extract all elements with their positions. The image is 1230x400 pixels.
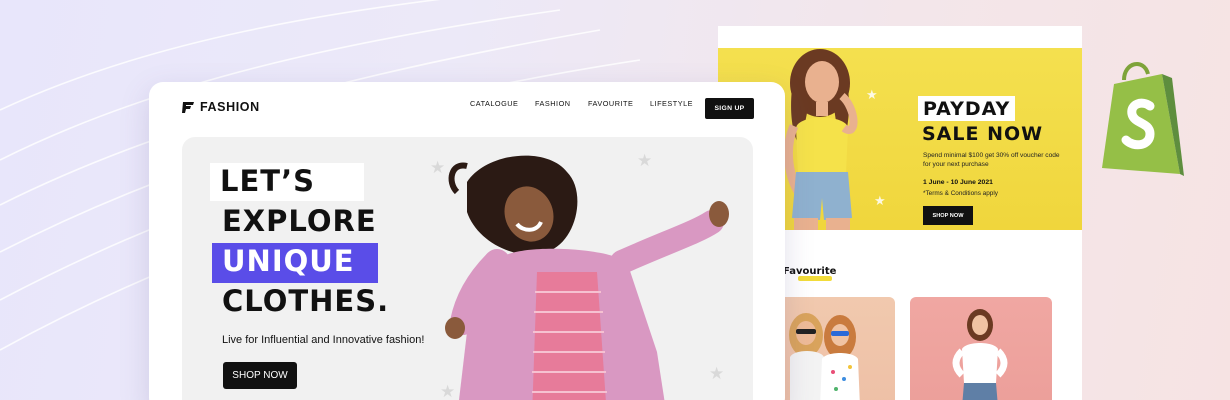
- fashion-logo-icon: [182, 101, 194, 113]
- brand-name: FASHION: [200, 100, 260, 114]
- favourite-card-image: [789, 313, 860, 400]
- nav-item-favourite[interactable]: FAVOURITE: [588, 99, 633, 108]
- hero-section: ★ ★ ★ ★ LET’S EXPLORE UNIQUE CLOTHES. Li…: [182, 137, 753, 400]
- promo-dates: 1 June - 10 June 2021: [923, 179, 993, 186]
- nav-item-fashion[interactable]: FASHION: [535, 99, 571, 108]
- promo-title-line-2: SALE NOW: [922, 123, 1044, 145]
- brand-logo[interactable]: FASHION: [182, 100, 260, 114]
- nav-item-catalogue[interactable]: CATALOGUE: [470, 99, 518, 108]
- favourite-card[interactable]: [910, 297, 1052, 400]
- hero-headline-line-1: LET’S: [210, 163, 364, 201]
- nav-item-lifestyle[interactable]: LIFESTYLE: [650, 99, 693, 108]
- favourite-card[interactable]: [778, 297, 895, 400]
- hero-headline-line-4: CLOTHES.: [222, 284, 390, 318]
- hero-subtitle: Live for Influential and Innovative fash…: [222, 334, 425, 346]
- star-icon: ★: [874, 193, 886, 208]
- shopify-bag-icon: [1102, 62, 1184, 176]
- sign-up-button[interactable]: SIGN UP: [705, 98, 754, 119]
- favourite-heading: Favourite: [783, 266, 837, 277]
- star-icon: ★: [866, 87, 878, 102]
- hero-headline-line-3: UNIQUE: [212, 243, 378, 283]
- fashion-site-card: FASHION CATALOGUE FASHION FAVOURITE LIFE…: [149, 82, 785, 400]
- promo-shop-now-button[interactable]: SHOP NOW: [923, 206, 973, 225]
- hero-headline-line-2: EXPLORE: [222, 204, 377, 238]
- promo-terms: *Terms & Conditions apply: [923, 190, 998, 197]
- promo-title-line-1: PAYDAY: [918, 96, 1016, 121]
- hero-model-image: [445, 155, 729, 400]
- favourite-card-image: [952, 309, 1008, 400]
- promo-description: Spend minimal $100 get 30% off voucher c…: [923, 152, 1060, 168]
- hero-shop-now-button[interactable]: SHOP NOW: [223, 362, 297, 389]
